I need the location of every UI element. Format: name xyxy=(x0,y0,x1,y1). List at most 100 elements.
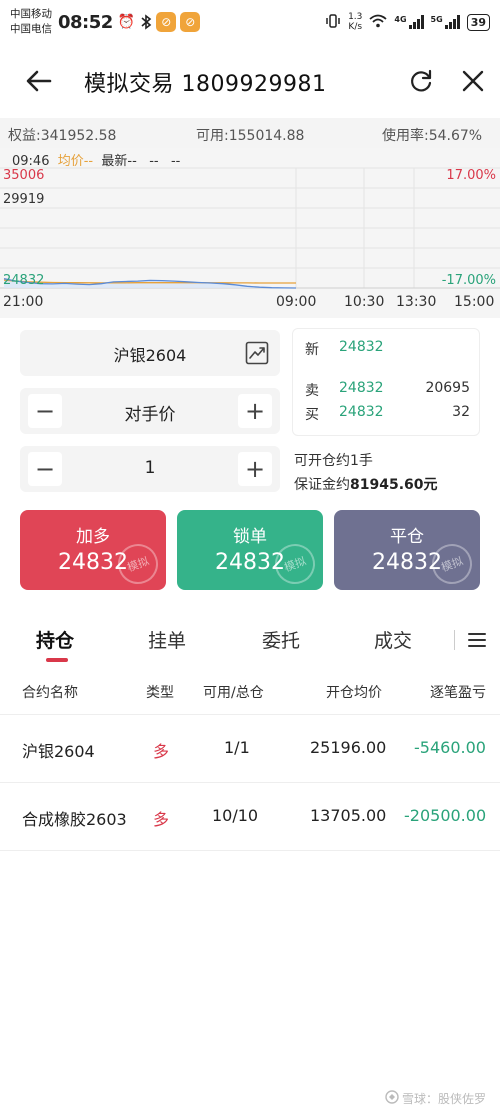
quote-last-row: 新 24832 xyxy=(305,339,470,359)
pct-bottom-label: -17.00% xyxy=(441,273,496,288)
price-plus-button[interactable]: + xyxy=(238,394,272,428)
last-price: 24832 xyxy=(339,339,384,355)
row-type: 多 xyxy=(153,810,170,829)
margin-label: 保证金约 xyxy=(294,477,350,493)
margin-value: 81945.60元 xyxy=(350,477,438,493)
table-row[interactable]: 沪银2604 多 1/1 25196.00 -5460.00 xyxy=(0,716,500,782)
vibrate-icon xyxy=(325,13,341,32)
equity-value: 权益:341952.58 xyxy=(8,128,117,144)
page-title: 模拟交易 1809929981 xyxy=(84,72,327,97)
row-type: 多 xyxy=(153,742,170,761)
row-contract: 合成橡胶2603 xyxy=(22,810,127,829)
quantity-plus-button[interactable]: + xyxy=(238,452,272,486)
usage-rate: 使用率:54.67% xyxy=(382,128,483,144)
col-type: 类型 xyxy=(146,685,174,701)
quote-bid-row: 买 24832 32 xyxy=(305,404,470,424)
status-time: 08:52 xyxy=(58,11,113,33)
network-speed: 1.3 K/s xyxy=(348,12,362,32)
y-top-label: 35006 xyxy=(3,168,45,183)
status-bar: 中国移动 中国电信 08:52 ⏰ ⊘ ⊘ 1.3 K/s 4G 5G 39 xyxy=(0,0,500,44)
row-avg-price: 25196.00 xyxy=(310,738,387,757)
tab-positions[interactable]: 持仓 xyxy=(36,626,74,653)
x-label-0: 21:00 xyxy=(3,294,44,310)
account-summary: 权益:341952.58 可用:155014.88 使用率:54.67% xyxy=(0,118,500,148)
symbol-name: 沪银2604 xyxy=(113,346,187,365)
speed-value: 1.3 xyxy=(348,12,363,22)
price-chart-svg xyxy=(0,167,500,289)
close-position-button[interactable]: 平仓 24832 模拟 xyxy=(334,510,480,590)
ask-volume: 20695 xyxy=(425,380,470,396)
price-type-stepper: − 对手价 + xyxy=(20,388,280,434)
watermark: 雪球：股侠佐罗 xyxy=(385,1090,486,1107)
openable-info: 可开仓约1手 xyxy=(294,453,373,469)
x-label-1: 09:00 xyxy=(276,294,317,310)
network-type-1: 4G xyxy=(394,15,407,24)
legend-time: 09:46 xyxy=(12,154,50,169)
table-row[interactable]: 合成橡胶2603 多 10/10 13705.00 -20500.00 xyxy=(0,784,500,850)
bluetooth-icon xyxy=(140,14,152,30)
bid-volume: 32 xyxy=(452,404,470,420)
legend-dash-2: -- xyxy=(170,154,181,169)
legend-last: 最新-- xyxy=(101,154,137,169)
refresh-icon[interactable] xyxy=(406,66,436,96)
bid-price: 24832 xyxy=(339,404,384,420)
col-pnl: 逐笔盈亏 xyxy=(430,685,486,701)
symbol-selector[interactable]: 沪银2604 xyxy=(20,330,280,376)
active-tab-indicator xyxy=(46,658,68,662)
close-icon[interactable] xyxy=(458,66,488,96)
network-type-2: 5G xyxy=(430,15,443,24)
battery-icon: 39 xyxy=(466,13,490,31)
legend-dash-1: -- xyxy=(149,154,159,169)
quote-ask-row: 卖 24832 20695 xyxy=(305,380,470,400)
speed-unit: K/s xyxy=(348,22,363,32)
position-tabs: 持仓 挂单 委托 成交 xyxy=(0,618,500,664)
carrier-info: 中国移动 中国电信 xyxy=(10,7,52,37)
intraday-chart[interactable]: 09:46 均价-- 最新-- -- -- 35006 29919 24832 … xyxy=(0,148,500,318)
table-header: 合约名称 类型 可用/总仓 开仓均价 逐笔盈亏 xyxy=(0,676,500,712)
pct-top-label: 17.00% xyxy=(446,168,496,183)
app-notification-icon: ⊘ xyxy=(156,12,177,32)
row-qty: 10/10 xyxy=(212,806,259,825)
x-label-3: 13:30 xyxy=(396,294,437,310)
table-divider xyxy=(0,850,500,851)
y-bottom-label: 24832 xyxy=(3,273,45,288)
row-avg-price: 13705.00 xyxy=(310,806,387,825)
table-divider xyxy=(0,714,500,715)
carrier-2: 中国电信 xyxy=(10,23,52,35)
row-pnl: -20500.00 xyxy=(404,806,487,825)
col-avg-price: 开仓均价 xyxy=(326,685,382,701)
app-header: 模拟交易 1809929981 xyxy=(0,52,500,112)
snowball-logo-icon xyxy=(385,1090,399,1107)
row-pnl: -5460.00 xyxy=(414,738,486,757)
buy-long-label: 加多 xyxy=(76,527,110,547)
tab-orders[interactable]: 委托 xyxy=(262,626,300,653)
x-label-2: 10:30 xyxy=(344,294,385,310)
x-label-4: 15:00 xyxy=(454,294,495,310)
tab-divider xyxy=(454,630,455,650)
buy-long-button[interactable]: 加多 24832 模拟 xyxy=(20,510,166,590)
watermark-text: 雪球：股侠佐罗 xyxy=(401,1092,486,1106)
tab-trades[interactable]: 成交 xyxy=(374,626,412,653)
menu-icon[interactable] xyxy=(466,628,488,652)
quantity-stepper: − 1 + xyxy=(20,446,280,492)
ask-price: 24832 xyxy=(339,380,384,396)
lock-order-label: 锁单 xyxy=(233,527,267,547)
signal-icon-1: 4G xyxy=(394,15,424,29)
signal-icon-2: 5G xyxy=(431,15,460,29)
row-qty: 1/1 xyxy=(224,738,250,757)
last-label: 新 xyxy=(305,342,319,358)
legend-avg: 均价-- xyxy=(57,154,94,169)
carrier-1: 中国移动 xyxy=(10,8,52,20)
tab-pending[interactable]: 挂单 xyxy=(148,626,186,653)
lock-order-button[interactable]: 锁单 24832 模拟 xyxy=(177,510,323,590)
available-value: 可用:155014.88 xyxy=(196,128,305,144)
app-notification-icon-2: ⊘ xyxy=(180,12,201,32)
quote-panel: 新 24832 卖 24832 20695 买 24832 32 xyxy=(292,328,480,436)
table-divider xyxy=(0,782,500,783)
wifi-icon xyxy=(369,14,387,31)
col-contract: 合约名称 xyxy=(22,685,78,701)
alarm-icon: ⏰ xyxy=(117,14,136,30)
chart-trend-icon[interactable] xyxy=(245,341,269,365)
back-arrow-icon[interactable] xyxy=(24,66,54,96)
ask-label: 卖 xyxy=(305,383,319,399)
